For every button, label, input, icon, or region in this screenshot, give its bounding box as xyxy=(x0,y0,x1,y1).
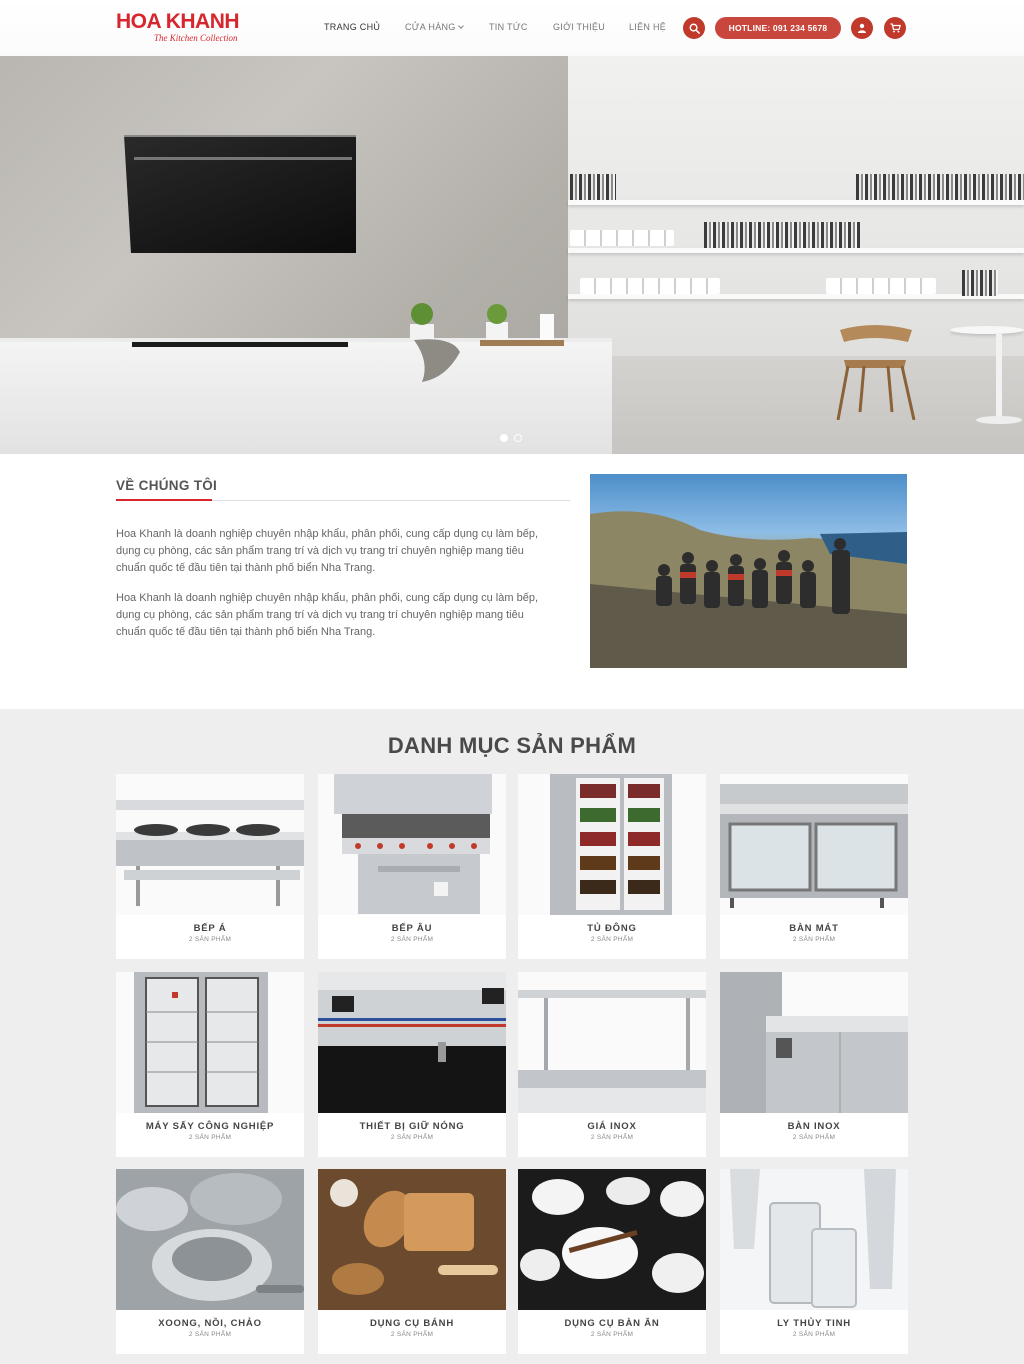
search-button[interactable] xyxy=(683,17,705,39)
category-name: THIẾT BỊ GIỮ NÓNG xyxy=(359,1121,465,1132)
team-photo xyxy=(590,474,907,668)
category-card-dung-cu-banh[interactable]: DỤNG CỤ BÁNH 2 SẢN PHẨM xyxy=(318,1169,506,1354)
category-name: BÀN INOX xyxy=(787,1121,841,1132)
category-section-title: DANH MỤC SẢN PHẨM xyxy=(387,733,637,758)
books xyxy=(962,270,998,296)
category-image xyxy=(720,774,908,915)
slider-dot-2[interactable] xyxy=(514,434,522,442)
range-hood-image xyxy=(124,135,356,253)
category-count: 2 SẢN PHẨM xyxy=(590,936,634,943)
cart-button[interactable] xyxy=(884,17,906,39)
cart-icon xyxy=(890,23,901,33)
shelf xyxy=(568,294,1024,299)
site-header: HOA KHANH The Kitchen Collection TRANG C… xyxy=(0,0,1024,56)
about-paragraph-1: Hoa Khanh là doanh nghiệp chuyên nhập kh… xyxy=(116,528,538,574)
nav-item-shop-label: CỬA HÀNG xyxy=(405,22,456,32)
bowls xyxy=(580,278,720,294)
team-photo-scene xyxy=(590,511,907,668)
nav-item-about[interactable]: GIỚI THIỆU xyxy=(553,22,605,32)
category-count: 2 SẢN PHẨM xyxy=(792,1134,836,1141)
range-hood-trim xyxy=(134,157,352,160)
category-count: 2 SẢN PHẨM xyxy=(390,1134,434,1141)
side-table-base xyxy=(976,416,1022,424)
books xyxy=(570,174,616,200)
site-logo[interactable]: HOA KHANH The Kitchen Collection xyxy=(116,10,242,46)
account-button[interactable] xyxy=(851,17,873,39)
category-count: 2 SẢN PHẨM xyxy=(188,1134,232,1141)
category-card-bep-au[interactable]: BẾP ÂU 2 SẢN PHẨM xyxy=(318,774,506,959)
category-name: LY THỦY TINH xyxy=(777,1318,851,1329)
category-card-bep-a[interactable]: BẾP Á 2 SẢN PHẨM xyxy=(116,774,304,959)
category-image xyxy=(518,972,706,1113)
nav-item-home[interactable]: TRANG CHỦ xyxy=(324,22,380,32)
category-image xyxy=(518,774,706,915)
category-image xyxy=(318,774,506,915)
category-name: BẾP ÂU xyxy=(391,923,433,934)
category-count: 2 SẢN PHẨM xyxy=(792,1331,836,1338)
user-icon xyxy=(858,23,866,33)
nav-item-shop[interactable]: CỬA HÀNG xyxy=(405,22,464,32)
category-card-tu-dong[interactable]: TỦ ĐÔNG 2 SẢN PHẨM xyxy=(518,774,706,959)
side-table xyxy=(950,326,1024,334)
category-name: BẾP Á xyxy=(193,923,227,934)
bowls xyxy=(826,278,936,294)
category-count: 2 SẢN PHẨM xyxy=(792,936,836,943)
category-name: BÀN MÁT xyxy=(789,923,839,934)
category-card-giu-nong[interactable]: THIẾT BỊ GIỮ NÓNG 2 SẢN PHẨM xyxy=(318,972,506,1157)
chair-image xyxy=(836,325,916,420)
chevron-down-icon xyxy=(457,23,464,29)
category-image xyxy=(116,972,304,1113)
category-image xyxy=(116,1169,304,1310)
books xyxy=(856,174,1024,200)
books xyxy=(704,222,860,248)
category-name: MÁY SẤY CÔNG NGHIỆP xyxy=(145,1121,275,1132)
category-card-xoong-noi[interactable]: XOONG, NỒI, CHẢO 2 SẢN PHẨM xyxy=(116,1169,304,1354)
category-card-ban-mat[interactable]: BÀN MÁT 2 SẢN PHẨM xyxy=(720,774,908,959)
category-image xyxy=(518,1169,706,1310)
cooktop xyxy=(132,342,348,347)
category-image xyxy=(116,774,304,915)
category-name: DỤNG CỤ BÀN ĂN xyxy=(564,1318,660,1329)
hero-slider[interactable] xyxy=(0,56,1024,454)
shelf xyxy=(568,248,1024,253)
category-count: 2 SẢN PHẨM xyxy=(390,936,434,943)
nav-item-contact[interactable]: LIÊN HỆ xyxy=(629,22,666,32)
nav-item-news[interactable]: TIN TỨC xyxy=(489,22,528,32)
search-icon xyxy=(689,23,700,34)
hero-floor xyxy=(568,356,1024,454)
category-card-may-say[interactable]: MÁY SẤY CÔNG NGHIỆP 2 SẢN PHẨM xyxy=(116,972,304,1157)
category-name: DỤNG CỤ BÁNH xyxy=(369,1318,454,1329)
category-image xyxy=(720,1169,908,1310)
category-card-ly-thuy-tinh[interactable]: LY THỦY TINH 2 SẢN PHẨM xyxy=(720,1169,908,1354)
category-count: 2 SẢN PHẨM xyxy=(590,1134,634,1141)
category-name: XOONG, NỒI, CHẢO xyxy=(158,1318,262,1329)
category-name: TỦ ĐÔNG xyxy=(587,923,637,934)
bowls xyxy=(570,230,674,246)
category-card-dung-cu-ban-an[interactable]: DỤNG CỤ BÀN ĂN 2 SẢN PHẨM xyxy=(518,1169,706,1354)
category-image xyxy=(720,972,908,1113)
about-paragraph-2: Hoa Khanh là doanh nghiệp chuyên nhập kh… xyxy=(116,592,538,638)
logo-tagline: The Kitchen Collection xyxy=(154,33,238,43)
herbs-and-utensils xyxy=(410,303,564,382)
logo-text: HOA KHANH xyxy=(116,10,240,33)
about-title: VỀ CHÚNG TÔI xyxy=(116,478,218,493)
hotline-button[interactable]: HOTLINE: 091 234 5678 xyxy=(715,17,841,39)
category-image xyxy=(318,1169,506,1310)
side-table-leg xyxy=(996,334,1002,420)
about-divider-accent xyxy=(116,499,212,501)
slider-dot-1[interactable] xyxy=(500,434,508,442)
category-count: 2 SẢN PHẨM xyxy=(590,1331,634,1338)
shelf xyxy=(568,200,1024,205)
category-card-ban-inox[interactable]: BÀN INOX 2 SẢN PHẨM xyxy=(720,972,908,1157)
category-count: 2 SẢN PHẨM xyxy=(188,1331,232,1338)
category-card-gia-inox[interactable]: GIÁ INOX 2 SẢN PHẨM xyxy=(518,972,706,1157)
category-count: 2 SẢN PHẨM xyxy=(390,1331,434,1338)
category-image xyxy=(318,972,506,1113)
category-count: 2 SẢN PHẨM xyxy=(188,936,232,943)
category-name: GIÁ INOX xyxy=(587,1121,637,1132)
